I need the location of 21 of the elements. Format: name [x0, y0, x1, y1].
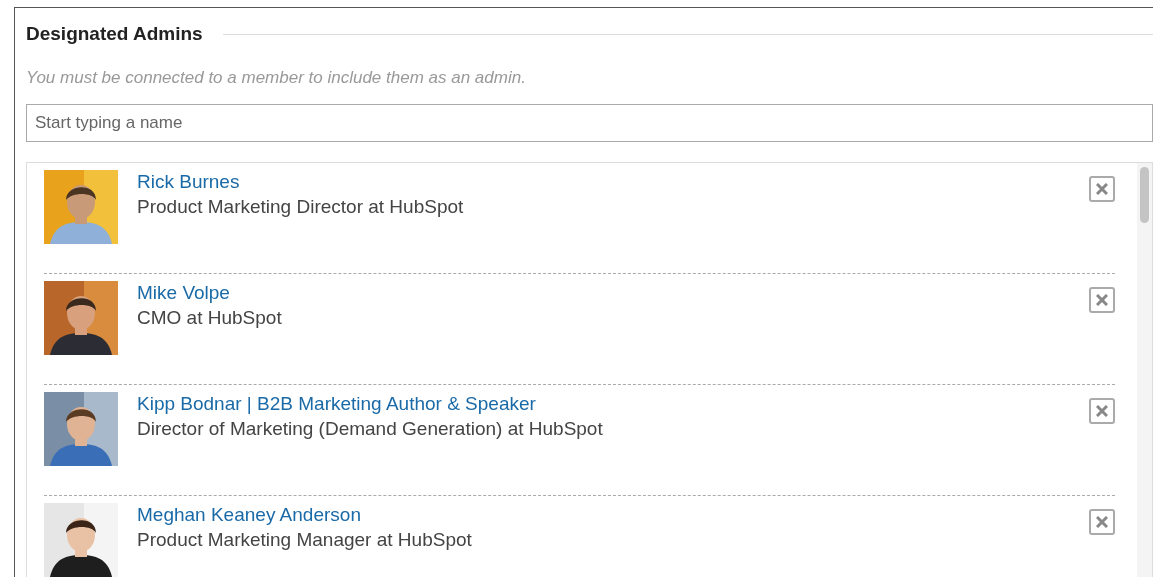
admin-headline: Director of Marketing (Demand Generation) at HubSpot: [137, 417, 604, 441]
close-icon: [1096, 516, 1108, 528]
scrollbar-thumb[interactable]: [1140, 167, 1149, 223]
admin-name-link[interactable]: Meghan Keaney Anderson: [137, 503, 1089, 527]
remove-button[interactable]: [1089, 287, 1115, 313]
close-icon: [1096, 294, 1108, 306]
section-title: Designated Admins: [26, 22, 203, 46]
remove-button[interactable]: [1089, 509, 1115, 535]
admin-headline: Product Marketing Director at HubSpot: [137, 195, 465, 219]
remove-button[interactable]: [1089, 398, 1115, 424]
remove-button[interactable]: [1089, 176, 1115, 202]
admin-headline: CMO at HubSpot: [137, 306, 283, 330]
admin-name-link[interactable]: Rick Burnes: [137, 170, 1089, 194]
admin-name-link[interactable]: Kipp Bodnar | B2B Marketing Author & Speaker: [137, 392, 1089, 416]
admin-name-link[interactable]: Mike Volpe: [137, 281, 1089, 305]
admin-headline: Product Marketing Manager at HubSpot: [137, 528, 473, 552]
helper-text: You must be connected to a member to include them as an admin.: [26, 66, 527, 89]
scrollbar[interactable]: [1137, 163, 1152, 577]
close-icon: [1096, 405, 1108, 417]
close-icon: [1096, 183, 1108, 195]
name-search-field[interactable]: Start typing a name: [26, 104, 1153, 142]
